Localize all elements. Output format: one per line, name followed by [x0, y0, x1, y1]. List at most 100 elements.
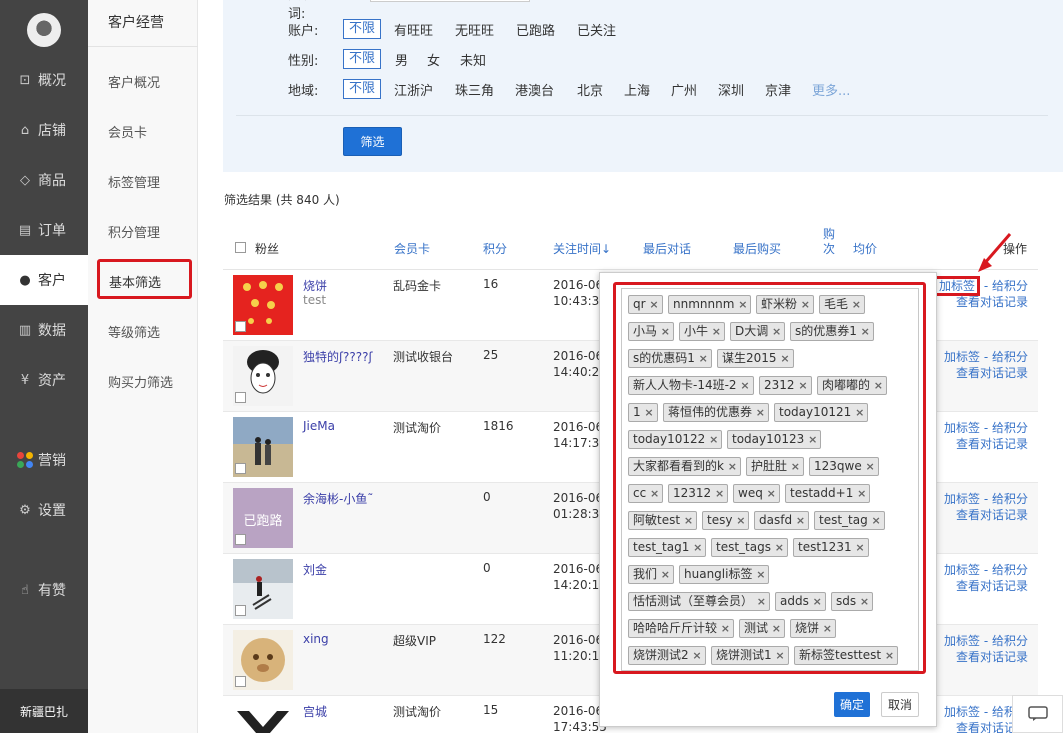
gender-option[interactable]: 女 — [427, 50, 440, 69]
nav-item-customers[interactable]: ● 客户 — [0, 255, 88, 305]
give-points-link[interactable]: 给积分 — [992, 279, 1028, 293]
header-avg-price[interactable]: 均价 — [853, 240, 877, 257]
give-points-link[interactable]: 给积分 — [992, 350, 1028, 364]
region-option[interactable]: 深圳 — [718, 80, 744, 99]
account-option-any[interactable]: 不限 — [343, 19, 382, 39]
view-chat-link[interactable]: 查看对话记录 — [956, 366, 1028, 380]
account-option[interactable]: 无旺旺 — [455, 20, 494, 39]
header-last-chat[interactable]: 最后对话 — [643, 240, 691, 257]
avatar[interactable] — [233, 559, 293, 619]
region-option[interactable]: 广州 — [671, 80, 697, 99]
header-follow-time[interactable]: 关注时间↓ — [553, 240, 611, 257]
confirm-button[interactable]: 确定 — [834, 692, 870, 717]
avatar[interactable] — [233, 417, 293, 477]
chat-icon[interactable] — [1012, 695, 1063, 733]
give-points-link[interactable]: 给积分 — [992, 421, 1028, 435]
region-option[interactable]: 北京 — [577, 80, 603, 99]
row-checkbox[interactable] — [235, 676, 246, 687]
header-times-bottom[interactable]: 次 — [823, 240, 835, 257]
row-checkbox[interactable] — [235, 463, 246, 474]
nav-label: 有赞 — [38, 583, 66, 599]
header-points[interactable]: 积分 — [483, 240, 507, 257]
row-ops: 加标签 - 给积分 查看对话记录 — [934, 276, 1028, 310]
nav-label: 概况 — [38, 73, 66, 89]
sidebar-item-member-card[interactable]: 会员卡 — [108, 122, 147, 141]
nav-item-data[interactable]: ▥ 数据 — [0, 305, 88, 355]
avatar[interactable]: 已跑路 — [233, 488, 293, 548]
nav-item-settings[interactable]: ⚙ 设置 — [0, 485, 88, 535]
sidebar-item-level-filter[interactable]: 等级筛选 — [108, 322, 160, 341]
nav-label: 商品 — [38, 173, 66, 189]
nav-item-youzan[interactable]: ☝ 有赞 — [0, 565, 88, 615]
header-last-buy[interactable]: 最后购买 — [733, 240, 781, 257]
region-more-link[interactable]: 更多... — [812, 80, 850, 99]
view-chat-link[interactable]: 查看对话记录 — [956, 508, 1028, 522]
header-card[interactable]: 会员卡 — [394, 240, 430, 257]
sidebar-item-points[interactable]: 积分管理 — [108, 222, 160, 241]
account-option[interactable]: 有旺旺 — [394, 20, 433, 39]
fan-name[interactable]: 余海彬-小鱼˜ — [303, 490, 373, 507]
view-chat-link[interactable]: 查看对话记录 — [956, 650, 1028, 664]
region-option[interactable]: 京津 — [765, 80, 791, 99]
fan-name[interactable]: 刘金 — [303, 561, 327, 578]
add-tag-link[interactable]: 加标签 — [934, 276, 981, 296]
give-points-link[interactable]: 给积分 — [992, 563, 1028, 577]
region-option[interactable]: 港澳台 — [515, 80, 554, 99]
region-option[interactable]: 珠三角 — [455, 80, 494, 99]
region-option[interactable]: 上海 — [624, 80, 650, 99]
avatar[interactable] — [233, 346, 293, 406]
sidebar-item-purchase-filter[interactable]: 购买力筛选 — [108, 372, 173, 391]
gender-option-any[interactable]: 不限 — [343, 49, 382, 69]
add-tag-link[interactable]: 加标签 — [944, 634, 980, 648]
view-chat-link[interactable]: 查看对话记录 — [956, 295, 1028, 309]
fan-name[interactable]: 独特的ʃ????ʃ — [303, 348, 373, 365]
add-tag-link[interactable]: 加标签 — [944, 492, 980, 506]
add-tag-link[interactable]: 加标签 — [944, 350, 980, 364]
region-option[interactable]: 江浙沪 — [394, 80, 433, 99]
row-checkbox[interactable] — [235, 321, 246, 332]
add-tag-link[interactable]: 加标签 — [944, 563, 980, 577]
sidebar-item-tag-management[interactable]: 标签管理 — [108, 172, 160, 191]
avatar[interactable] — [233, 701, 293, 733]
nav-item-marketing[interactable]: 营销 — [0, 435, 88, 485]
give-points-link[interactable]: 给积分 — [992, 634, 1028, 648]
sidebar-title: 客户经营 — [88, 0, 198, 47]
region-option-any[interactable]: 不限 — [343, 79, 382, 99]
avatar[interactable] — [233, 275, 293, 335]
nav-item-orders[interactable]: ▤ 订单 — [0, 205, 88, 255]
filter-button[interactable]: 筛选 — [343, 127, 402, 156]
fan-name[interactable]: xing — [303, 632, 329, 646]
row-checkbox[interactable] — [235, 605, 246, 616]
shop-name[interactable]: 新疆巴扎 — [0, 689, 88, 733]
fan-name[interactable]: 宫城 — [303, 703, 327, 720]
shop-logo[interactable] — [27, 13, 61, 47]
view-chat-link[interactable]: 查看对话记录 — [956, 579, 1028, 593]
avatar[interactable] — [233, 630, 293, 690]
gender-option[interactable]: 男 — [395, 50, 408, 69]
points: 15 — [483, 703, 499, 717]
gender-option[interactable]: 未知 — [460, 50, 486, 69]
row-checkbox[interactable] — [235, 392, 246, 403]
add-tag-link[interactable]: 加标签 — [944, 421, 980, 435]
cancel-button[interactable]: 取消 — [881, 692, 919, 717]
select-all-checkbox[interactable] — [235, 242, 246, 253]
sidebar-item-overview[interactable]: 客户概况 — [108, 72, 160, 91]
account-option[interactable]: 已关注 — [577, 20, 616, 39]
fan-name[interactable]: 烧饼 — [303, 277, 327, 294]
nav-item-assets[interactable]: ¥ 资产 — [0, 355, 88, 405]
account-option[interactable]: 已跑路 — [516, 20, 555, 39]
gear-icon: ⚙ — [19, 502, 31, 518]
keyword-input[interactable] — [370, 0, 530, 2]
view-chat-link[interactable]: 查看对话记录 — [956, 437, 1028, 451]
row-ops: 加标签 - 给积分 查看对话记录 — [944, 420, 1028, 452]
nav-item-goods[interactable]: ◇ 商品 — [0, 155, 88, 205]
give-points-link[interactable]: 给积分 — [992, 492, 1028, 506]
op-separator: - — [980, 279, 992, 293]
fan-name[interactable]: JieMa — [303, 419, 335, 433]
points: 16 — [483, 277, 499, 291]
nav-item-store[interactable]: ⌂ 店铺 — [0, 105, 88, 155]
add-tag-link[interactable]: 加标签 — [944, 705, 980, 719]
member-card: 测试淘价 — [393, 705, 442, 719]
row-checkbox[interactable] — [235, 534, 246, 545]
nav-item-overview[interactable]: ⊡ 概况 — [0, 55, 88, 105]
